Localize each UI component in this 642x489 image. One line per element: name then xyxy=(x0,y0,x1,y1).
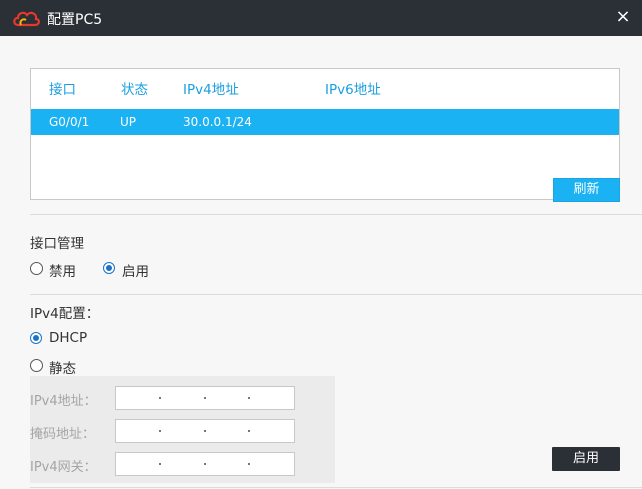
header-status: 状态 xyxy=(121,82,148,98)
radio-dhcp[interactable] xyxy=(30,332,42,344)
header-interface: 接口 xyxy=(49,82,76,98)
radio-disable-label[interactable]: 禁用 xyxy=(49,260,76,280)
radio-enable[interactable] xyxy=(103,262,115,274)
ipv4-config-title: IPv4配置： xyxy=(30,306,100,322)
radio-enable-label[interactable]: 启用 xyxy=(122,260,149,280)
ipv4-gateway-input[interactable] xyxy=(115,452,295,476)
table-header: 接口 状态 IPv4地址 IPv6地址 xyxy=(31,69,619,103)
header-ipv6: IPv6地址 xyxy=(325,82,381,98)
radio-static[interactable] xyxy=(30,359,43,372)
cell-interface: G0/0/1 xyxy=(49,115,90,129)
title-bar: 配置PC5 × xyxy=(0,0,642,36)
divider xyxy=(30,487,642,488)
interface-mgmt-title: 接口管理 xyxy=(30,236,84,252)
radio-dhcp-label[interactable]: DHCP xyxy=(49,330,87,346)
config-panel: 接口 状态 IPv4地址 IPv6地址 G0/0/1 UP 30.0.0.1/2… xyxy=(0,36,642,489)
ipv4-address-label: IPv4地址： xyxy=(30,394,97,409)
mask-input[interactable] xyxy=(115,419,295,443)
radio-static-label[interactable]: 静态 xyxy=(49,357,76,377)
cloud-logo-icon xyxy=(13,11,40,27)
divider xyxy=(30,294,642,295)
apply-button[interactable]: 启用 xyxy=(552,447,620,471)
mask-label: 掩码地址： xyxy=(30,427,96,442)
cell-status: UP xyxy=(120,115,137,129)
window-title: 配置PC5 xyxy=(47,12,103,28)
cell-ipv4: 30.0.0.1/24 xyxy=(183,115,252,129)
refresh-button[interactable]: 刷新 xyxy=(553,178,620,202)
close-icon[interactable]: × xyxy=(612,6,634,28)
table-row[interactable]: G0/0/1 UP 30.0.0.1/24 xyxy=(31,109,619,135)
header-ipv4: IPv4地址 xyxy=(183,82,239,98)
ipv4-gateway-label: IPv4网关： xyxy=(30,460,97,475)
interface-table: 接口 状态 IPv4地址 IPv6地址 G0/0/1 UP 30.0.0.1/2… xyxy=(30,68,620,200)
radio-disable[interactable] xyxy=(30,262,43,275)
ipv4-address-input[interactable] xyxy=(115,386,295,410)
divider xyxy=(30,214,642,215)
